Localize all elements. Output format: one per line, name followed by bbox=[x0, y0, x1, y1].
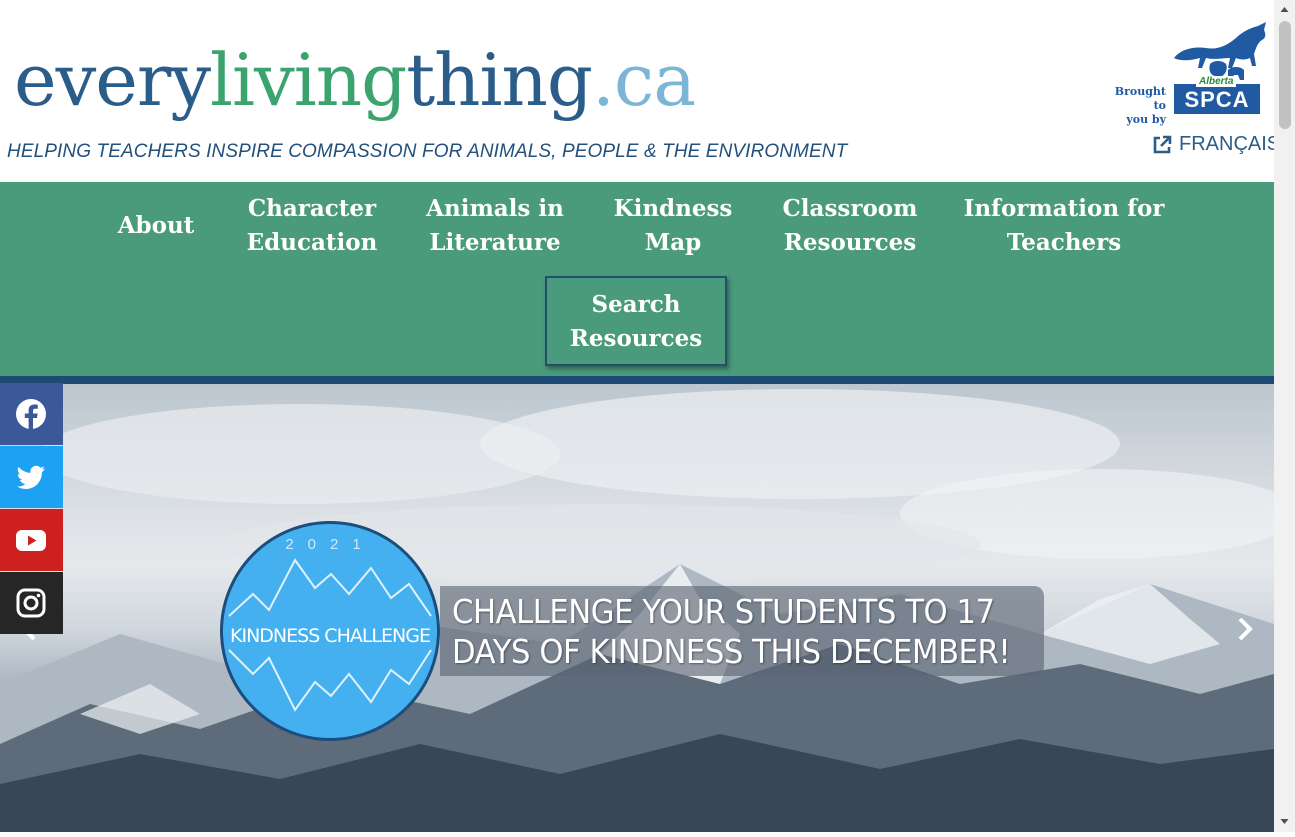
nav-item-about[interactable]: About bbox=[110, 209, 202, 243]
instagram-icon bbox=[16, 588, 46, 618]
youtube-button[interactable] bbox=[0, 509, 63, 571]
hero-headline: CHALLENGE YOUR STUDENTS TO 17 DAYS OF KI… bbox=[452, 592, 1011, 672]
language-link-francais[interactable]: FRANÇAIS bbox=[1152, 133, 1274, 156]
nav-item-information-for-teachers[interactable]: Information for Teachers bbox=[962, 192, 1166, 260]
scroll-down-button[interactable] bbox=[1274, 811, 1295, 832]
main-navigation: About Character Education Animals in Lit… bbox=[0, 182, 1274, 376]
nav-label: About bbox=[117, 212, 195, 239]
nav-label-line1: Kindness bbox=[613, 195, 733, 222]
nav-label-line1: Classroom bbox=[782, 195, 918, 222]
nav-item-character-education[interactable]: Character Education bbox=[240, 192, 384, 260]
nav-label-line1: Animals in bbox=[426, 195, 564, 222]
chevron-right-icon bbox=[1238, 617, 1253, 641]
nav-label-line1: Character bbox=[247, 195, 377, 222]
nav-label-line2: Literature bbox=[429, 229, 561, 256]
logo-part-every: every bbox=[14, 38, 211, 122]
nav-label-line2: Map bbox=[644, 229, 702, 256]
scroll-up-button[interactable] bbox=[1274, 0, 1295, 21]
nav-item-animals-in-literature[interactable]: Animals in Literature bbox=[420, 192, 570, 260]
logo-part-living: living bbox=[210, 38, 407, 122]
youtube-icon bbox=[16, 530, 46, 551]
spca-province: Alberta bbox=[1196, 76, 1237, 87]
brought-by-line2: you by bbox=[1126, 113, 1166, 126]
kindness-challenge-badge: 2021 KINDNESS CHALLENGE bbox=[220, 521, 440, 741]
facebook-button[interactable] bbox=[0, 383, 63, 445]
site-logo[interactable]: everylivingthing.ca bbox=[14, 30, 696, 130]
instagram-button[interactable] bbox=[0, 572, 63, 634]
nav-label-line1: Information for bbox=[963, 195, 1165, 222]
hero-headline-box: CHALLENGE YOUR STUDENTS TO 17 DAYS OF KI… bbox=[440, 586, 1044, 676]
slider-next-button[interactable] bbox=[1236, 614, 1254, 651]
scroll-up-arrow-icon bbox=[1280, 7, 1289, 12]
nav-label-line2: Resources bbox=[783, 229, 917, 256]
hero-headline-line2: DAYS OF KINDNESS THIS DECEMBER! bbox=[452, 632, 1011, 671]
language-link-label: FRANÇAIS bbox=[1179, 133, 1274, 155]
social-share-bar bbox=[0, 383, 63, 635]
vertical-scrollbar[interactable] bbox=[1274, 0, 1295, 832]
brought-by-line1: Brought to bbox=[1114, 85, 1166, 112]
twitter-icon bbox=[16, 465, 45, 489]
nav-label-line1: Search bbox=[591, 291, 681, 318]
badge-title: KINDNESS CHALLENGE bbox=[230, 625, 431, 647]
facebook-icon bbox=[16, 399, 46, 429]
twitter-button[interactable] bbox=[0, 446, 63, 508]
nav-item-classroom-resources[interactable]: Classroom Resources bbox=[776, 192, 924, 260]
hero-headline-line1: CHALLENGE YOUR STUDENTS TO 17 bbox=[452, 592, 995, 631]
site-tagline: HELPING TEACHERS INSPIRE COMPASSION FOR … bbox=[7, 141, 848, 162]
logo-part-ca: .ca bbox=[592, 38, 696, 122]
page: everylivingthing.ca HELPING TEACHERS INS… bbox=[0, 0, 1274, 832]
nav-label-line2: Teachers bbox=[1006, 229, 1122, 256]
scroll-thumb[interactable] bbox=[1279, 21, 1291, 129]
logo-part-thing: thing bbox=[406, 38, 593, 122]
nav-bottom-border bbox=[0, 376, 1274, 384]
spca-badge: SPCA bbox=[1174, 84, 1260, 114]
scroll-down-arrow-icon bbox=[1280, 819, 1289, 824]
spca-logo[interactable]: Brought to you by SPCA Alberta bbox=[1100, 20, 1270, 126]
external-link-icon bbox=[1153, 135, 1172, 153]
nav-label-line2: Resources bbox=[569, 325, 703, 352]
brought-by-text: Brought to you by bbox=[1104, 85, 1166, 127]
nav-item-kindness-map[interactable]: Kindness Map bbox=[608, 192, 738, 260]
hero-slider: 2021 KINDNESS CHALLENGE CHALLENGE YOUR S… bbox=[0, 384, 1274, 832]
nav-label-line2: Education bbox=[246, 229, 378, 256]
nav-search-resources-button[interactable]: Search Resources bbox=[545, 276, 727, 366]
